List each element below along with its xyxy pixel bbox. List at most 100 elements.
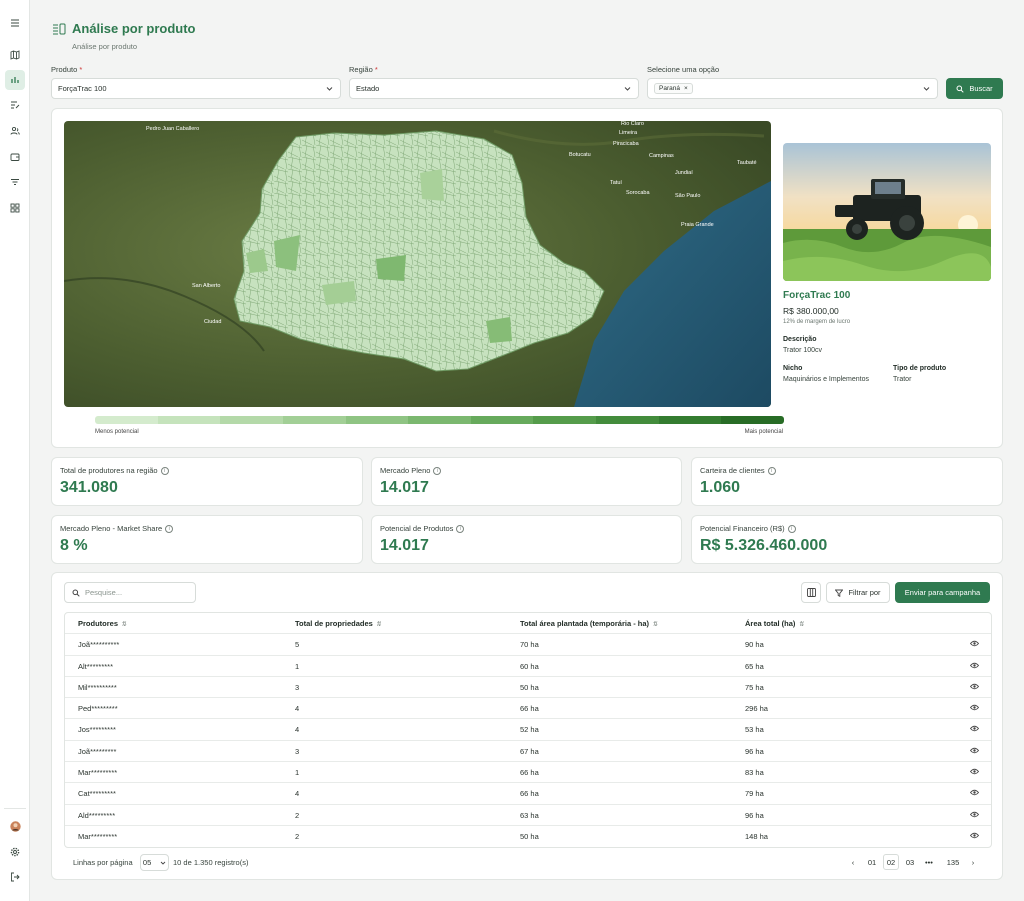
settings-icon[interactable]	[5, 842, 25, 862]
city-label: Sorocaba	[626, 190, 650, 196]
eye-icon[interactable]	[969, 747, 980, 756]
chevron-right-icon[interactable]: ›	[965, 854, 981, 870]
info-icon[interactable]: i	[787, 524, 796, 533]
eye-icon[interactable]	[969, 789, 980, 798]
columns-toggle-button[interactable]	[801, 582, 821, 603]
eye-icon[interactable]	[969, 704, 980, 713]
table-cell: 3	[295, 682, 300, 692]
info-icon[interactable]: i	[433, 466, 442, 475]
info-icon[interactable]: i	[767, 466, 776, 475]
table-row[interactable]: Jos********* 4 52 ha 53 ha	[65, 719, 991, 741]
avatar[interactable]	[5, 816, 25, 836]
eye-icon[interactable]	[969, 725, 980, 734]
table-cell: 4	[295, 789, 300, 799]
wallet-icon[interactable]	[5, 147, 25, 167]
filter-button[interactable]: Filtrar por	[826, 582, 890, 603]
table-cell: 52 ha	[520, 725, 539, 735]
table-cell: 65 ha	[745, 661, 764, 671]
stat-label: Potencial de Produtos i	[380, 524, 465, 533]
rows-per-page-label: Linhas por página	[73, 858, 133, 867]
region-high[interactable]	[274, 235, 300, 271]
menu-icon[interactable]	[5, 13, 25, 33]
page-button-current[interactable]: 02	[883, 854, 899, 870]
region-high[interactable]	[376, 255, 406, 281]
stat-label: Mercado Pleno - Market Share i	[60, 524, 174, 533]
filter-icon	[835, 589, 844, 597]
city-label: Rio Claro	[621, 121, 644, 127]
description-value: Trator 100cv	[783, 347, 823, 354]
page-title: Análise por produto	[72, 21, 196, 36]
table-cell: 3	[295, 746, 300, 756]
rows-per-page-select[interactable]: 05	[140, 854, 169, 871]
region-map[interactable]: Pedro Juan Caballero Rio Claro Limeira P…	[64, 121, 771, 407]
table-row[interactable]: Mar********* 1 66 ha 83 ha	[65, 762, 991, 784]
eye-icon[interactable]	[969, 768, 980, 777]
legend-swatch	[596, 416, 659, 424]
search-button-label: Buscar	[969, 84, 993, 93]
region-mid[interactable]	[420, 169, 444, 201]
stat-card: Total de produtores na região i 341.080	[51, 457, 363, 506]
send-campaign-label: Enviar para campanha	[904, 588, 981, 597]
table-cell: Joã**********	[78, 640, 120, 650]
page-subtitle: Análise por produto	[72, 42, 138, 51]
search-input[interactable]: Pesquise...	[64, 582, 196, 603]
eye-icon[interactable]	[969, 811, 980, 820]
region-mid[interactable]	[322, 281, 356, 305]
edit-list-icon[interactable]	[5, 95, 25, 115]
legend-swatch	[157, 416, 221, 424]
record-count: 10 de 1.350 registro(s)	[173, 858, 249, 867]
info-icon[interactable]: i	[160, 466, 169, 475]
table-cell: 90 ha	[745, 640, 764, 650]
table-row[interactable]: Cat********* 4 66 ha 79 ha	[65, 783, 991, 805]
column-header[interactable]: Área total (ha) ⇅	[745, 619, 804, 628]
close-icon[interactable]: ×	[684, 85, 688, 92]
column-header[interactable]: Total de propriedades ⇅	[295, 619, 381, 628]
table-cell: 75 ha	[745, 682, 764, 692]
info-icon[interactable]: i	[165, 524, 174, 533]
table-row[interactable]: Mar********* 2 50 ha 148 ha	[65, 826, 991, 847]
stat-value: 14.017	[380, 479, 429, 496]
regiao-select[interactable]: Estado	[349, 78, 639, 99]
filter-lines-icon[interactable]	[5, 172, 25, 192]
page-button[interactable]: 03	[902, 854, 918, 870]
table-row[interactable]: Joã********* 3 67 ha 96 ha	[65, 741, 991, 763]
product-price: R$ 380.000,00	[783, 306, 839, 316]
stat-value: 8 %	[60, 537, 88, 554]
chevron-left-icon[interactable]: ‹	[845, 854, 861, 870]
logout-icon[interactable]	[5, 867, 25, 887]
table-row[interactable]: Alt********* 1 60 ha 65 ha	[65, 656, 991, 677]
page-button[interactable]: 135	[943, 854, 963, 870]
column-header[interactable]: Produtores ⇅	[78, 619, 126, 628]
table-row[interactable]: Ald********* 2 63 ha 96 ha	[65, 805, 991, 826]
city-label: Tatuí	[610, 180, 622, 186]
produto-select[interactable]: ForçaTrac 100	[51, 78, 341, 99]
send-campaign-button[interactable]: Enviar para campanha	[895, 582, 990, 603]
table-row[interactable]: Mil********** 3 50 ha 75 ha	[65, 677, 991, 699]
opcao-select[interactable]: Paraná ×	[647, 78, 938, 99]
eye-icon[interactable]	[969, 683, 980, 692]
map-icon[interactable]	[5, 45, 25, 65]
product-margin: 12% de margem de lucro	[783, 319, 851, 325]
grid-icon[interactable]	[5, 198, 25, 218]
table-cell: 96 ha	[745, 810, 764, 820]
search-button[interactable]: Buscar	[946, 78, 1003, 99]
bar-chart-icon[interactable]	[5, 70, 25, 90]
eye-icon[interactable]	[969, 662, 980, 671]
table-cell: Mar*********	[78, 831, 118, 841]
page-button[interactable]: 01	[864, 854, 880, 870]
table-cell: Ped*********	[78, 704, 118, 714]
table-row[interactable]: Ped********* 4 66 ha 296 ha	[65, 698, 991, 720]
region-high[interactable]	[486, 317, 512, 343]
product-name: ForçaTrac 100	[783, 290, 851, 301]
users-icon[interactable]	[5, 121, 25, 141]
column-header[interactable]: Total área plantada (temporária - ha) ⇅	[520, 619, 658, 628]
table-cell: 50 ha	[520, 831, 539, 841]
eye-icon[interactable]	[969, 832, 980, 841]
table-cell: 70 ha	[520, 640, 539, 650]
table-row[interactable]: Joã********** 5 70 ha 90 ha	[65, 634, 991, 656]
table-cell: 66 ha	[520, 768, 539, 778]
tipo-value: Trator	[893, 376, 912, 383]
eye-icon[interactable]	[969, 640, 980, 649]
table-cell: 4	[295, 725, 300, 735]
info-icon[interactable]: i	[456, 524, 465, 533]
